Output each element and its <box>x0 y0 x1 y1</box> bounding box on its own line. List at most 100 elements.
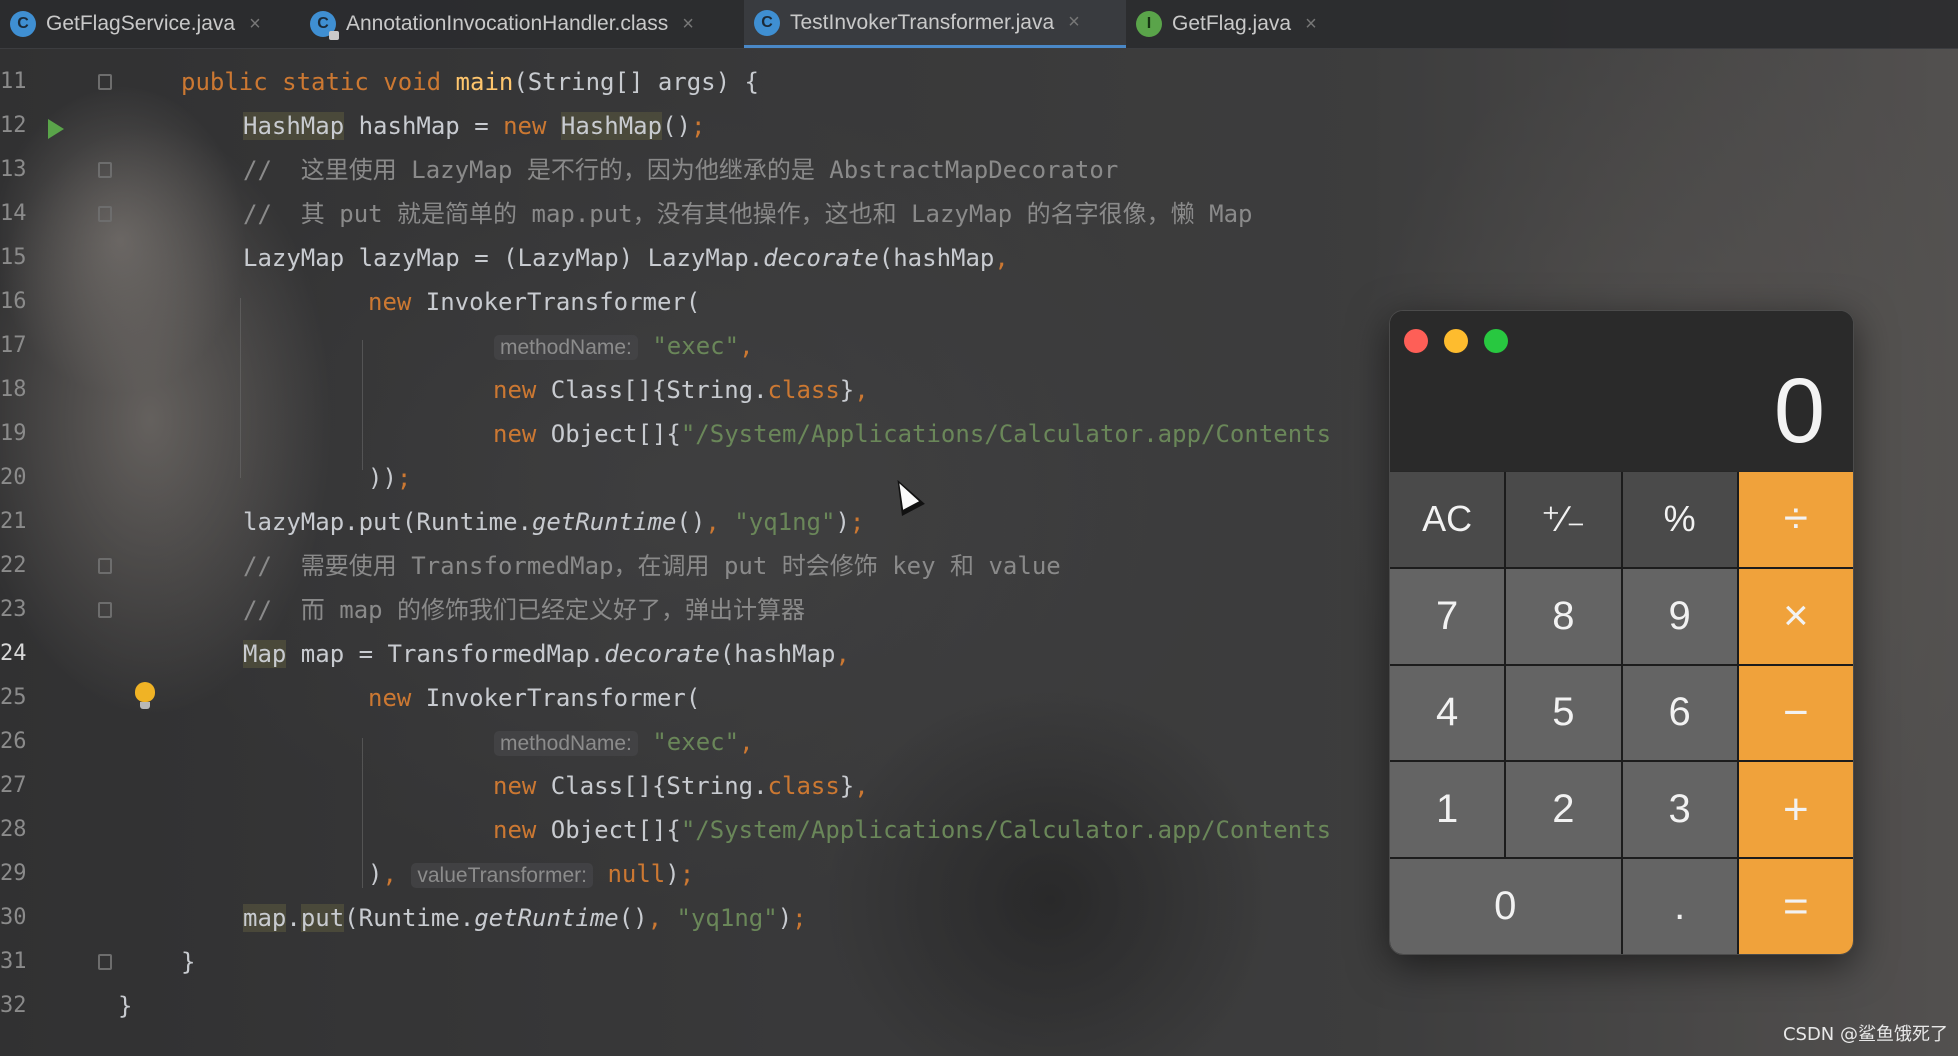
code-static-method: decorate <box>604 640 720 668</box>
decimal-button[interactable]: . <box>1622 859 1737 954</box>
multiply-button[interactable]: × <box>1738 568 1853 664</box>
code-comma: , <box>382 860 412 888</box>
tab-label: TestInvokerTransformer.java <box>790 10 1055 34</box>
parameter-hint: valueTransformer: <box>411 863 593 888</box>
tab-label: GetFlag.java <box>1172 12 1292 35</box>
add-button[interactable]: + <box>1738 762 1853 858</box>
code-line: lazyMap.put(Runtime.getRuntime(), "yq1ng… <box>243 500 864 544</box>
code-semicolon: ; <box>679 860 695 888</box>
parameter-hint: methodName: <box>494 731 638 756</box>
code-text: Class[]{String. <box>550 376 768 404</box>
code-line: new Class[]{String.class}, <box>493 764 869 808</box>
zoom-window-button[interactable] <box>1484 329 1508 353</box>
code-text-highlighted: map <box>243 904 287 932</box>
code-keyword: new <box>493 376 551 404</box>
digit-3-button[interactable]: 3 <box>1622 762 1737 858</box>
code-keyword: null <box>607 860 666 888</box>
line-number: 20 <box>0 465 27 490</box>
digit-1-button[interactable]: 1 <box>1390 762 1505 858</box>
code-line: methodName: "exec", <box>494 324 754 370</box>
close-window-button[interactable] <box>1404 329 1428 353</box>
calculator-window: 0 AC ⁺∕₋ % ÷ 7 8 9 × 4 5 6 − 1 2 3 + 0 .… <box>1389 310 1854 955</box>
digit-9-button[interactable]: 9 <box>1622 568 1737 664</box>
line-number: 16 <box>0 289 27 314</box>
line-number: 27 <box>0 773 27 798</box>
code-text: (hashMap <box>719 640 836 668</box>
line-number: 31 <box>0 949 27 974</box>
fold-icon[interactable] <box>98 74 112 90</box>
code-keyword: new <box>503 112 561 140</box>
code-semicolon: ; <box>396 464 412 492</box>
fold-icon[interactable] <box>98 206 112 222</box>
digit-8-button[interactable]: 8 <box>1506 568 1621 664</box>
fold-icon[interactable] <box>98 602 112 618</box>
sign-toggle-button[interactable]: ⁺∕₋ <box>1506 472 1621 567</box>
code-keyword: new <box>368 288 426 316</box>
equals-button[interactable]: = <box>1738 859 1853 954</box>
fold-icon[interactable] <box>98 162 112 178</box>
code-line: new InvokerTransformer( <box>368 676 700 720</box>
code-keyword: new <box>493 772 551 800</box>
code-string: "yq1ng" <box>734 508 836 536</box>
class-icon: C <box>10 11 36 37</box>
code-text: ) <box>835 508 850 536</box>
line-number: 17 <box>0 333 27 358</box>
clear-button[interactable]: AC <box>1390 472 1505 567</box>
tab-label: GetFlagService.java <box>46 12 236 35</box>
code-method-name: main <box>455 68 514 96</box>
code-keyword: new <box>368 684 426 712</box>
close-icon[interactable]: × <box>682 13 694 36</box>
code-keyword: new <box>493 420 551 448</box>
line-number: 28 <box>0 817 27 842</box>
digit-7-button[interactable]: 7 <box>1390 568 1505 664</box>
code-comma: , <box>739 332 754 360</box>
code-comma: , <box>739 728 754 756</box>
code-text: } <box>839 376 855 404</box>
fold-icon[interactable] <box>98 954 112 970</box>
code-text: ) <box>665 860 680 888</box>
code-line: public static void main(String[] args) { <box>181 60 759 104</box>
tab-getflag[interactable]: I GetFlag.java × <box>1126 0 1346 48</box>
digit-6-button[interactable]: 6 <box>1622 665 1737 761</box>
code-text: Object[]{ <box>550 816 681 844</box>
code-text: () <box>618 904 648 932</box>
code-comma: , <box>854 376 869 404</box>
code-text: (Runtime. <box>344 904 475 932</box>
run-icon[interactable] <box>48 119 64 139</box>
code-comment: // 其 put 就是简单的 map.put，没有其他操作，这也和 LazyMa… <box>243 200 1253 228</box>
close-icon[interactable]: × <box>249 13 261 36</box>
digit-0-button[interactable]: 0 <box>1390 859 1621 954</box>
tab-testinvokertransformer[interactable]: C TestInvokerTransformer.java × <box>744 0 1126 48</box>
code-closing-brace: } <box>118 992 133 1020</box>
digit-4-button[interactable]: 4 <box>1390 665 1505 761</box>
code-keyword: public static void <box>181 68 456 96</box>
code-comma: , <box>647 904 677 932</box>
code-comma: , <box>835 640 850 668</box>
line-number: 13 <box>0 157 27 182</box>
digit-2-button[interactable]: 2 <box>1506 762 1621 858</box>
minimize-window-button[interactable] <box>1444 329 1468 353</box>
code-comma: , <box>994 244 1009 272</box>
close-icon[interactable]: × <box>1068 11 1080 34</box>
code-string: "/System/Applications/Calculator.app/Con… <box>680 420 1332 448</box>
calculator-title-area: 0 <box>1390 311 1853 471</box>
code-text: . <box>286 904 301 932</box>
lightbulb-icon[interactable] <box>135 682 155 709</box>
digit-5-button[interactable]: 5 <box>1506 665 1621 761</box>
tab-annotationinvocationhandler[interactable]: C AnnotationInvocationHandler.class × <box>300 0 744 48</box>
close-icon[interactable]: × <box>1305 13 1317 36</box>
line-number: 11 <box>0 69 27 94</box>
percent-button[interactable]: % <box>1622 472 1737 567</box>
fold-icon[interactable] <box>98 558 112 574</box>
tab-getflagservice[interactable]: C GetFlagService.java × <box>0 0 300 48</box>
code-text: ) <box>777 904 793 932</box>
line-number: 22 <box>0 553 27 578</box>
code-keyword: class <box>767 772 840 800</box>
subtract-button[interactable]: − <box>1738 665 1853 761</box>
code-text: (hashMap <box>878 244 995 272</box>
indent-guide <box>240 298 241 478</box>
line-number: 32 <box>0 993 27 1018</box>
divide-button[interactable]: ÷ <box>1738 472 1853 567</box>
code-text: (String[] args) { <box>513 68 759 96</box>
code-text-highlighted: HashMap <box>560 112 663 140</box>
